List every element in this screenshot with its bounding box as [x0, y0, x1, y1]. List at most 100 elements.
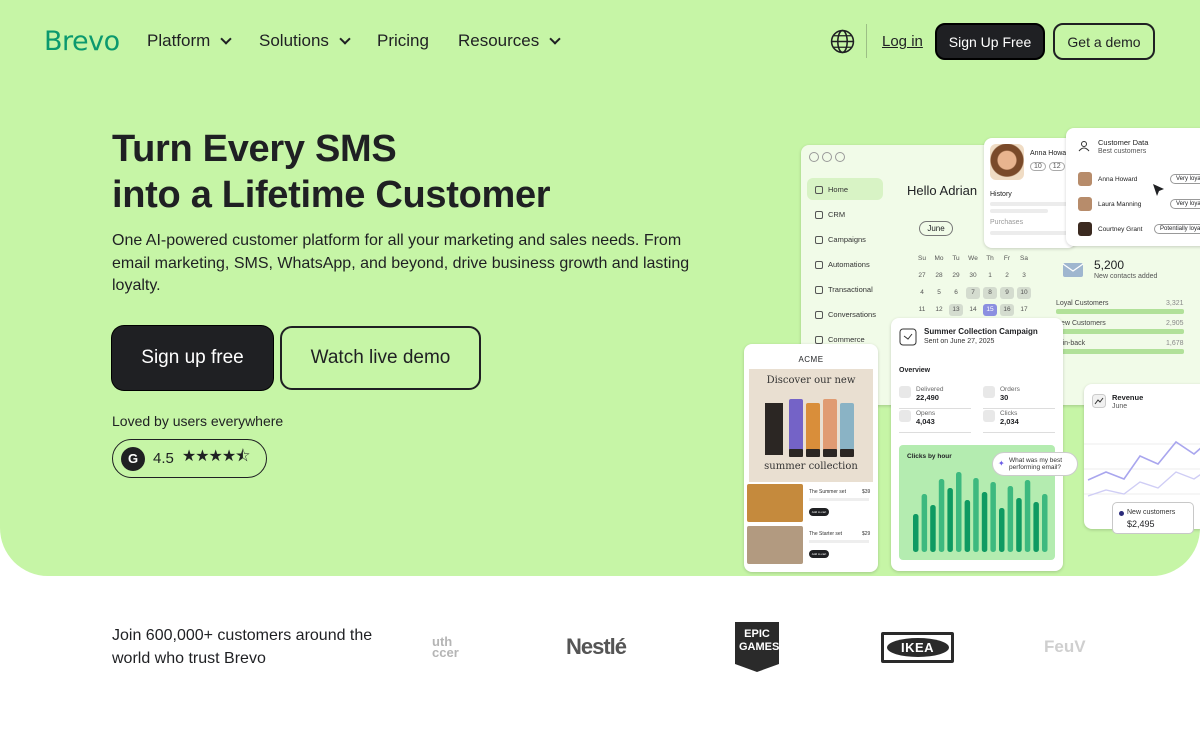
sparkle-icon: ✦	[998, 459, 1005, 468]
logo-ikea: IKEA	[881, 620, 954, 674]
new-customers-tooltip: New customers $2,495	[1112, 502, 1194, 534]
metric-value: 2,034	[1000, 417, 1019, 426]
contacts-value: 5,200	[1094, 258, 1125, 272]
watch-demo-button[interactable]: Watch live demo	[280, 326, 481, 390]
nav-solutions-label: Solutions	[259, 31, 329, 50]
metric-icon	[983, 410, 995, 422]
top-nav: Brevo Platform Solutions Pricing Resourc…	[0, 0, 1200, 82]
profile-chips: 10 12	[1030, 162, 1065, 171]
calendar-day: 28	[935, 272, 943, 279]
get-demo-button[interactable]: Get a demo	[1053, 23, 1155, 60]
nav-resources[interactable]: Resources	[458, 31, 561, 51]
brevo-logo[interactable]: Brevo	[44, 26, 120, 57]
clicks-bar	[973, 478, 979, 552]
logo-ikea-text: IKEA	[900, 639, 935, 655]
calendar-month: June	[919, 221, 953, 236]
calendar-weekday: Th	[986, 255, 994, 262]
hero-section: Brevo Platform Solutions Pricing Resourc…	[0, 0, 1200, 576]
sidebar-item-transactional: Transactional	[815, 285, 873, 294]
rating-value: 4.5	[153, 450, 174, 467]
g2-logo-icon: G	[121, 446, 145, 471]
shop-item-name: The Starter set	[809, 531, 843, 537]
sidebar-item-home: Home	[815, 185, 848, 194]
hero-title: Turn Every SMS into a Lifetime Customer	[112, 126, 632, 218]
calendar-day: 29	[952, 272, 960, 279]
logo-nestle-text: Nestlé	[565, 634, 627, 659]
calendar-day: 15	[983, 304, 997, 316]
campaign-card: Summer Collection Campaign Sent on June …	[891, 318, 1063, 571]
calendar-day: 5	[937, 289, 941, 296]
calendar-day: 4	[920, 289, 924, 296]
cursor-icon	[1153, 184, 1164, 196]
product-box	[765, 403, 783, 455]
loyalty-bar	[1056, 329, 1184, 334]
overview-metric: Opens 4,043	[899, 410, 935, 426]
product-tube	[789, 399, 803, 457]
overview-label: Overview	[899, 367, 931, 374]
campaign-title: Summer Collection Campaign	[924, 327, 1038, 336]
nav-resources-label: Resources	[458, 31, 540, 50]
loyalty-bar	[1056, 349, 1184, 354]
logo-epic-games: EPIC GAMES	[733, 620, 781, 674]
chevron-down-icon	[339, 32, 351, 45]
globe-icon[interactable]	[830, 29, 855, 54]
clicks-bar	[1033, 502, 1039, 552]
profile-history: History	[990, 191, 1012, 198]
shop-brand: ACME	[798, 355, 824, 364]
rating-badge[interactable]: G 4.5 ★★★★⯪	[112, 439, 267, 478]
clicks-bar	[999, 508, 1005, 552]
email-preview-card: ACME Discover our new summer collection …	[744, 344, 878, 572]
customer-name: Anna Howard	[1098, 175, 1138, 183]
new-customers-label: New customers	[1127, 509, 1176, 516]
nav-solutions[interactable]: Solutions	[259, 31, 351, 51]
calendar-day: 1	[988, 272, 992, 279]
login-link[interactable]: Log in	[882, 33, 923, 50]
contacts-label: New contacts added	[1094, 273, 1158, 280]
hero-title-line1: Turn Every SMS	[112, 128, 397, 170]
calendar-day: 16	[1000, 304, 1014, 316]
loyalty-label: Loyal Customers	[1056, 300, 1109, 307]
product-tube	[806, 403, 820, 457]
metric-icon	[983, 386, 995, 398]
clicks-bar	[947, 488, 953, 552]
dashboard-greeting: Hello Adrian	[907, 183, 978, 198]
avatar	[1078, 172, 1092, 186]
product-tube	[840, 403, 854, 457]
logo-epic-games-text: EPIC GAMES	[739, 628, 780, 653]
chevron-down-icon	[549, 32, 561, 45]
home-icon	[815, 185, 823, 194]
loyalty-value: 3,321	[1166, 300, 1184, 307]
signup-free-button[interactable]: Sign Up Free	[935, 23, 1045, 60]
sidebar-item-campaigns: Campaigns	[815, 235, 866, 244]
customer-row: Courtney Grant	[1078, 222, 1142, 236]
overview-metric: Delivered 22,490	[899, 386, 943, 402]
hero-subtitle: One AI-powered customer platform for all…	[112, 232, 690, 294]
metric-icon	[899, 386, 911, 398]
clicks-bar	[981, 492, 988, 552]
calendar-weekday: Tu	[952, 255, 960, 262]
clicks-bar	[938, 479, 945, 552]
nav-platform-label: Platform	[147, 31, 211, 50]
shop-item-price: $29	[862, 531, 871, 537]
shop-footer: summer collection	[764, 461, 858, 472]
signup-cta-button[interactable]: Sign up free	[112, 326, 273, 390]
customer-row: Laura Manning	[1078, 197, 1141, 211]
profile-purchases: Purchases	[990, 219, 1024, 226]
calendar-day: 3	[1022, 272, 1026, 279]
nav-pricing[interactable]: Pricing	[377, 31, 429, 51]
logo-nestle: Nestlé	[558, 620, 634, 674]
shop-item-image	[747, 526, 803, 564]
campaign-icon	[899, 328, 917, 346]
clicks-bar	[1016, 498, 1022, 552]
customer-data-subtitle: Best customers	[1098, 148, 1147, 155]
sidebar-item-commerce: Commerce	[815, 335, 865, 344]
calendar-day: 8	[983, 287, 997, 299]
logo-youth-soccer-text: uth ccer	[432, 636, 459, 658]
shop-item-image	[747, 484, 803, 522]
metric-value: 22,490	[916, 393, 939, 402]
calendar-day: 6	[954, 289, 958, 296]
clicks-bar	[921, 494, 928, 552]
customer-tag: Very loyal	[1170, 199, 1200, 209]
nav-platform[interactable]: Platform	[147, 31, 232, 51]
add-to-cart-button: Add to cart	[809, 508, 829, 516]
